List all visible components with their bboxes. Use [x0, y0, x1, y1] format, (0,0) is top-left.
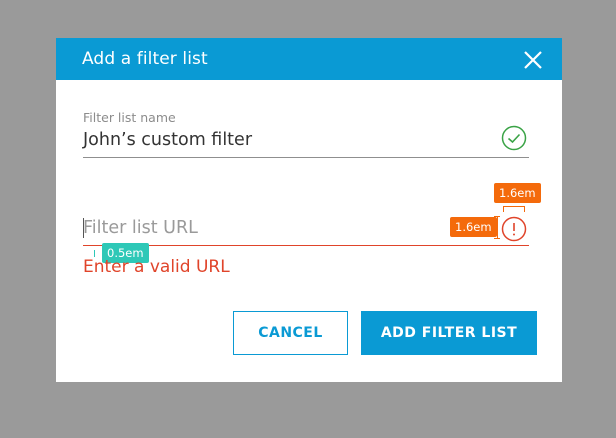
add-filter-list-button[interactable]: ADD FILTER LIST	[361, 311, 537, 355]
measure-tick	[494, 216, 500, 217]
close-button[interactable]	[522, 49, 544, 71]
measure-line	[497, 216, 498, 238]
measure-tick	[94, 250, 95, 257]
dialog-title: Add a filter list	[82, 49, 208, 69]
filter-list-name-label: Filter list name	[83, 110, 176, 125]
dialog-header: Add a filter list	[56, 38, 562, 80]
measure-tick	[503, 206, 504, 212]
alert-circle-icon	[501, 216, 527, 242]
filter-list-name-underline	[83, 157, 529, 158]
close-icon	[524, 51, 542, 69]
spacing-annotation-top: 1.6em	[494, 183, 541, 203]
measure-tick	[524, 206, 525, 212]
check-circle-icon	[501, 125, 527, 151]
filter-list-url-input[interactable]	[83, 216, 483, 240]
add-filter-list-dialog: Add a filter list Filter list name John’…	[56, 38, 562, 382]
cancel-button[interactable]: CANCEL	[233, 311, 348, 355]
filter-list-url-underline	[83, 245, 529, 246]
text-caret	[83, 218, 84, 238]
measure-tick	[494, 238, 500, 239]
filter-list-name-field[interactable]: John’s custom filter	[83, 130, 252, 150]
measure-line	[503, 206, 525, 207]
url-error-message: Enter a valid URL	[83, 257, 230, 277]
